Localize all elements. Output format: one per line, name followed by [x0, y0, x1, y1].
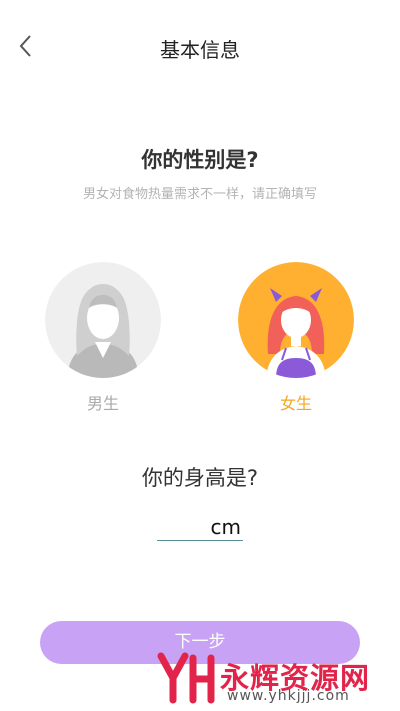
gender-option-male[interactable]: 男生 [45, 262, 161, 414]
height-input[interactable] [157, 513, 207, 539]
height-unit: cm [210, 515, 241, 539]
gender-label-female: 女生 [279, 394, 312, 413]
watermark-logo-icon [157, 652, 215, 704]
gender-question: 你的性别是? [141, 148, 259, 172]
male-avatar [45, 262, 161, 378]
page-title: 基本信息 [160, 38, 240, 62]
gender-subtitle: 男女对食物热量需求不一样，请正确填写 [82, 187, 317, 202]
height-question: 你的身高是? [141, 466, 259, 490]
header-bar: 基本信息 [0, 0, 400, 94]
height-field: cm [157, 513, 243, 541]
watermark: 永辉资源网 www.yhkjjj.com [155, 652, 400, 711]
height-underline [157, 540, 243, 541]
watermark-url: www.yhkjjj.com [227, 688, 350, 704]
female-avatar [238, 262, 354, 378]
gender-option-female[interactable]: 女生 [238, 262, 354, 414]
gender-label-male: 男生 [86, 394, 119, 413]
male-avatar-icon [45, 262, 161, 378]
female-avatar-icon [238, 262, 354, 378]
